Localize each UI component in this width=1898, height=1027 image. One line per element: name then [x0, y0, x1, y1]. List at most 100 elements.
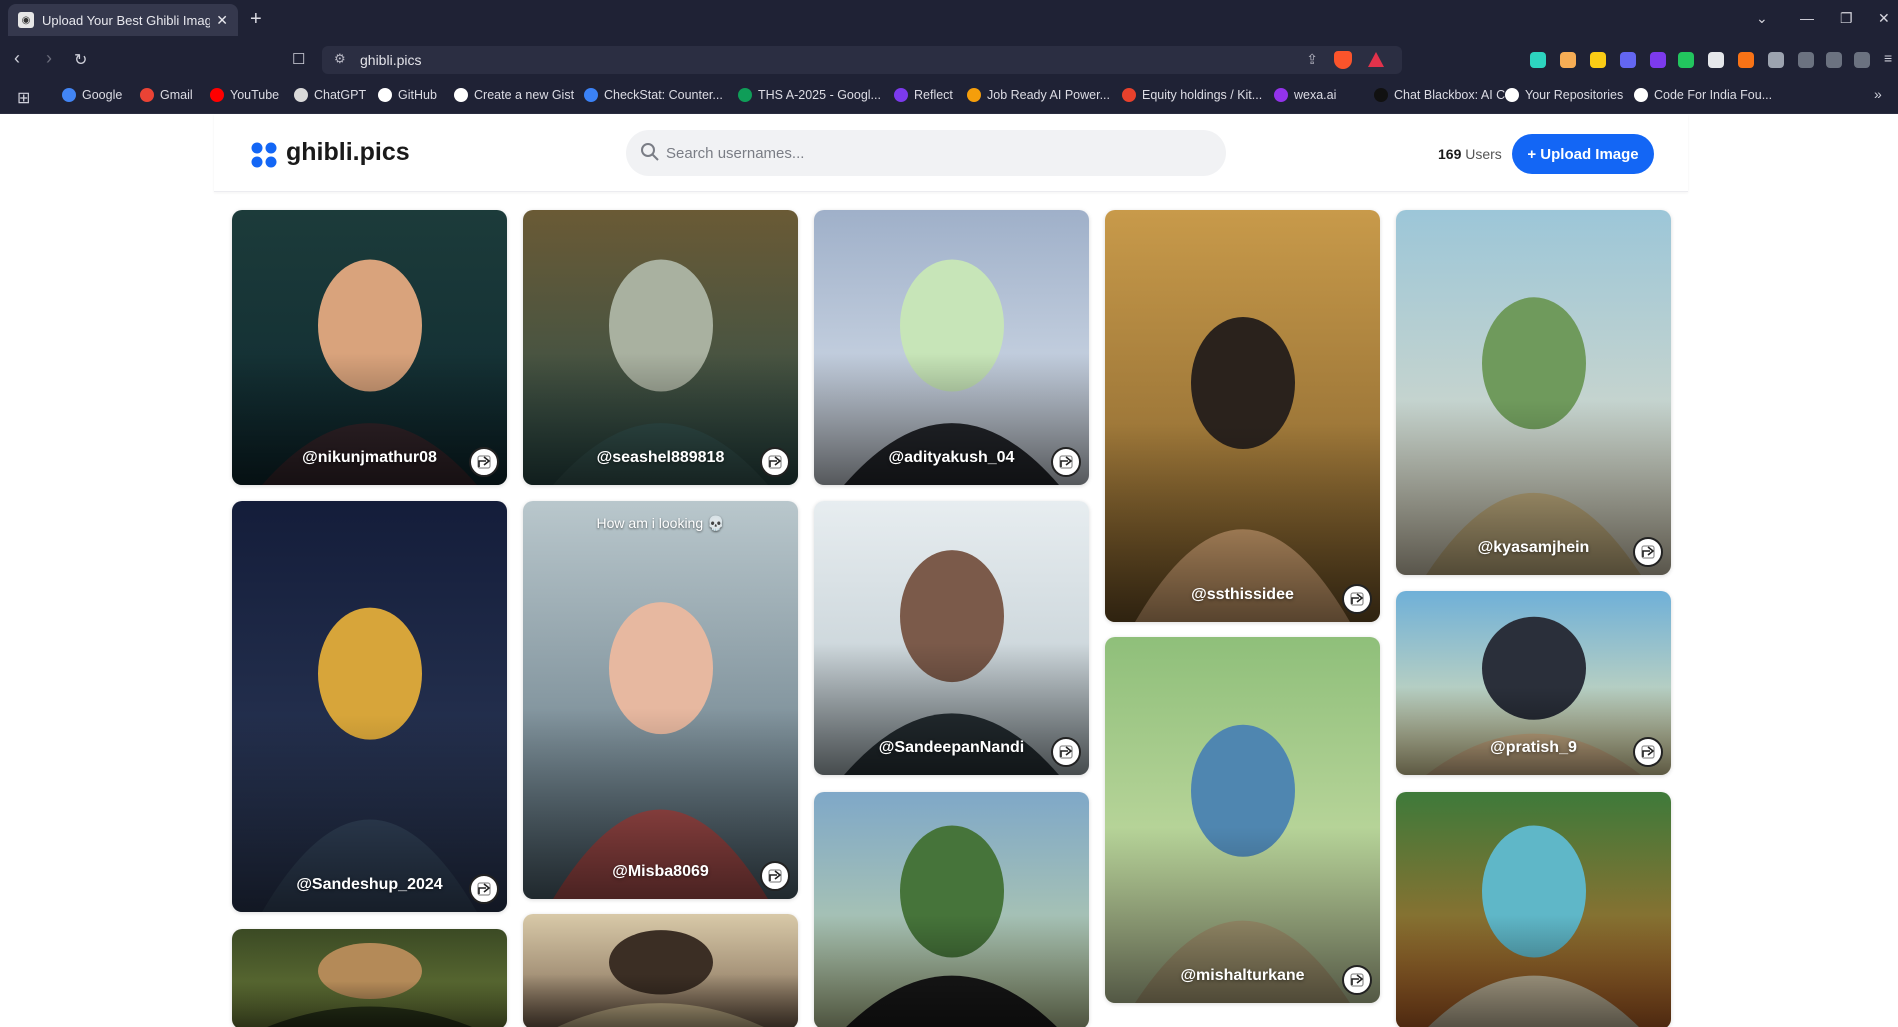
new-tab-button[interactable]: + [250, 8, 262, 31]
bookmark-item[interactable]: Chat Blackbox: AI C... [1374, 88, 1516, 102]
bookmark-item[interactable]: CheckStat: Counter... [584, 88, 723, 102]
lock-extension-icon[interactable] [1590, 52, 1606, 68]
share-icon[interactable] [1633, 537, 1663, 567]
gallery-card[interactable]: @SandeepanNandi [814, 501, 1089, 775]
back-icon[interactable]: ‹ [14, 48, 20, 69]
gallery-card[interactable]: @mishalturkane [1105, 637, 1380, 1003]
more-bookmarks-icon[interactable]: » [1874, 86, 1882, 102]
bookmark-item[interactable]: Gmail [140, 88, 193, 102]
card-username[interactable]: @adityakush_04 [814, 449, 1089, 467]
share-icon[interactable] [1342, 965, 1372, 995]
youtube-icon [210, 88, 224, 102]
gallery-card[interactable] [814, 792, 1089, 1027]
gmail-icon [140, 88, 154, 102]
gallery-card[interactable] [232, 929, 507, 1027]
share-icon[interactable] [1051, 737, 1081, 767]
extensions-puzzle-icon[interactable] [1768, 52, 1784, 68]
share-icon[interactable] [1342, 584, 1372, 614]
bookmark-item[interactable]: Code For India Fou... [1634, 88, 1772, 102]
gallery-card[interactable]: @kyasamjhein [1396, 210, 1671, 575]
forward-icon[interactable]: › [46, 48, 52, 69]
card-username[interactable]: @SandeepanNandi [814, 739, 1089, 757]
bookmark-item[interactable]: Your Repositories [1505, 88, 1623, 102]
share-icon[interactable] [760, 861, 790, 891]
restore-icon[interactable]: ❐ [1840, 10, 1853, 27]
bookmark-label: Google [82, 88, 123, 102]
github-icon [378, 88, 392, 102]
brave-rewards-icon[interactable] [1368, 52, 1384, 67]
card-username[interactable]: @Misba8069 [523, 863, 798, 881]
bookmark-icon[interactable]: ☐ [292, 50, 305, 68]
bookmark-item[interactable]: GitHub [378, 88, 437, 102]
card-username[interactable]: @seashel889818 [523, 449, 798, 467]
site-settings-icon[interactable]: ⚙ [334, 51, 346, 67]
gallery-card[interactable]: @Sandeshup_2024 [232, 501, 507, 912]
card-username[interactable]: @pratish_9 [1396, 739, 1671, 757]
bookmark-item[interactable]: Equity holdings / Kit... [1122, 88, 1262, 102]
jobready-icon [967, 88, 981, 102]
gallery-card[interactable] [523, 914, 798, 1027]
reload-icon[interactable]: ↻ [74, 50, 87, 70]
card-gradient-overlay [523, 973, 798, 1027]
extension-icon[interactable] [1620, 52, 1636, 68]
close-tab-icon[interactable]: ✕ [216, 12, 228, 29]
extension-icon[interactable] [1650, 52, 1666, 68]
extension-icon[interactable] [1678, 52, 1694, 68]
wallet-icon[interactable] [1826, 52, 1842, 68]
share-icon[interactable] [469, 447, 499, 477]
bookmark-item[interactable]: Google [62, 88, 122, 102]
gallery-card[interactable] [1396, 792, 1671, 1027]
card-gradient-overlay [814, 915, 1089, 1027]
search-box[interactable] [626, 130, 1226, 176]
extension-icon[interactable] [1530, 52, 1546, 68]
url-text[interactable]: ghibli.pics [360, 52, 421, 68]
gallery-card[interactable]: @seashel889818 [523, 210, 798, 485]
gallery-card[interactable]: @pratish_9 [1396, 591, 1671, 775]
site-favicon-icon: ◉ [18, 12, 34, 28]
share-icon[interactable] [1051, 447, 1081, 477]
gallery-card[interactable]: @ssthissidee [1105, 210, 1380, 622]
bookmark-item[interactable]: THS A-2025 - Googl... [738, 88, 881, 102]
logo-icon[interactable] [250, 141, 278, 169]
search-input[interactable] [666, 138, 1206, 168]
gallery-card[interactable]: How am i looking 💀 @Misba8069 [523, 501, 798, 899]
card-username[interactable]: @nikunjmathur08 [232, 449, 507, 467]
minimize-icon[interactable]: — [1800, 10, 1814, 26]
bookmark-item[interactable]: Job Ready AI Power... [967, 88, 1110, 102]
bookmark-item[interactable]: wexa.ai [1274, 88, 1336, 102]
cookie-extension-icon[interactable] [1738, 52, 1754, 68]
bookmark-item[interactable]: ChatGPT [294, 88, 366, 102]
site-logo-text[interactable]: ghibli.pics [286, 138, 410, 167]
card-username[interactable]: @kyasamjhein [1396, 539, 1671, 557]
bookmark-label: Reflect [914, 88, 953, 102]
bookmark-item[interactable]: Create a new Gist [454, 88, 574, 102]
apps-grid-icon[interactable]: ⊞ [17, 88, 30, 108]
share-icon[interactable] [760, 447, 790, 477]
menu-icon[interactable]: ≡ [1884, 50, 1892, 66]
card-username[interactable]: @mishalturkane [1105, 967, 1380, 985]
user-count-label: Users [1465, 146, 1502, 162]
card-username[interactable]: @Sandeshup_2024 [232, 876, 507, 894]
bookmark-label: Chat Blackbox: AI C... [1394, 88, 1516, 102]
address-bar[interactable]: ⚙ ghibli.pics ⇪ [322, 46, 1402, 74]
user-count: 169 Users [1438, 146, 1502, 162]
gallery-card[interactable]: @adityakush_04 [814, 210, 1089, 485]
upload-image-button[interactable]: + Upload Image [1512, 134, 1654, 174]
google-icon [62, 88, 76, 102]
card-username[interactable]: @ssthissidee [1105, 586, 1380, 604]
share-icon[interactable] [1633, 737, 1663, 767]
browser-tab[interactable]: ◉ Upload Your Best Ghibli Images ✕ [8, 4, 238, 36]
shield-icon[interactable] [1854, 52, 1870, 68]
extension-icon[interactable] [1708, 52, 1724, 68]
bookmark-item[interactable]: Reflect [894, 88, 953, 102]
extension-icon[interactable] [1560, 52, 1576, 68]
downloads-icon[interactable] [1798, 52, 1814, 68]
blackbox-icon [1374, 88, 1388, 102]
brave-shields-icon[interactable] [1334, 51, 1352, 69]
tab-search-chevron-icon[interactable]: ⌄ [1756, 10, 1768, 27]
bookmark-item[interactable]: YouTube [210, 88, 279, 102]
share-icon[interactable] [469, 874, 499, 904]
share-icon[interactable]: ⇪ [1306, 51, 1318, 68]
gallery-card[interactable]: @nikunjmathur08 [232, 210, 507, 485]
close-window-icon[interactable]: ✕ [1878, 10, 1890, 27]
